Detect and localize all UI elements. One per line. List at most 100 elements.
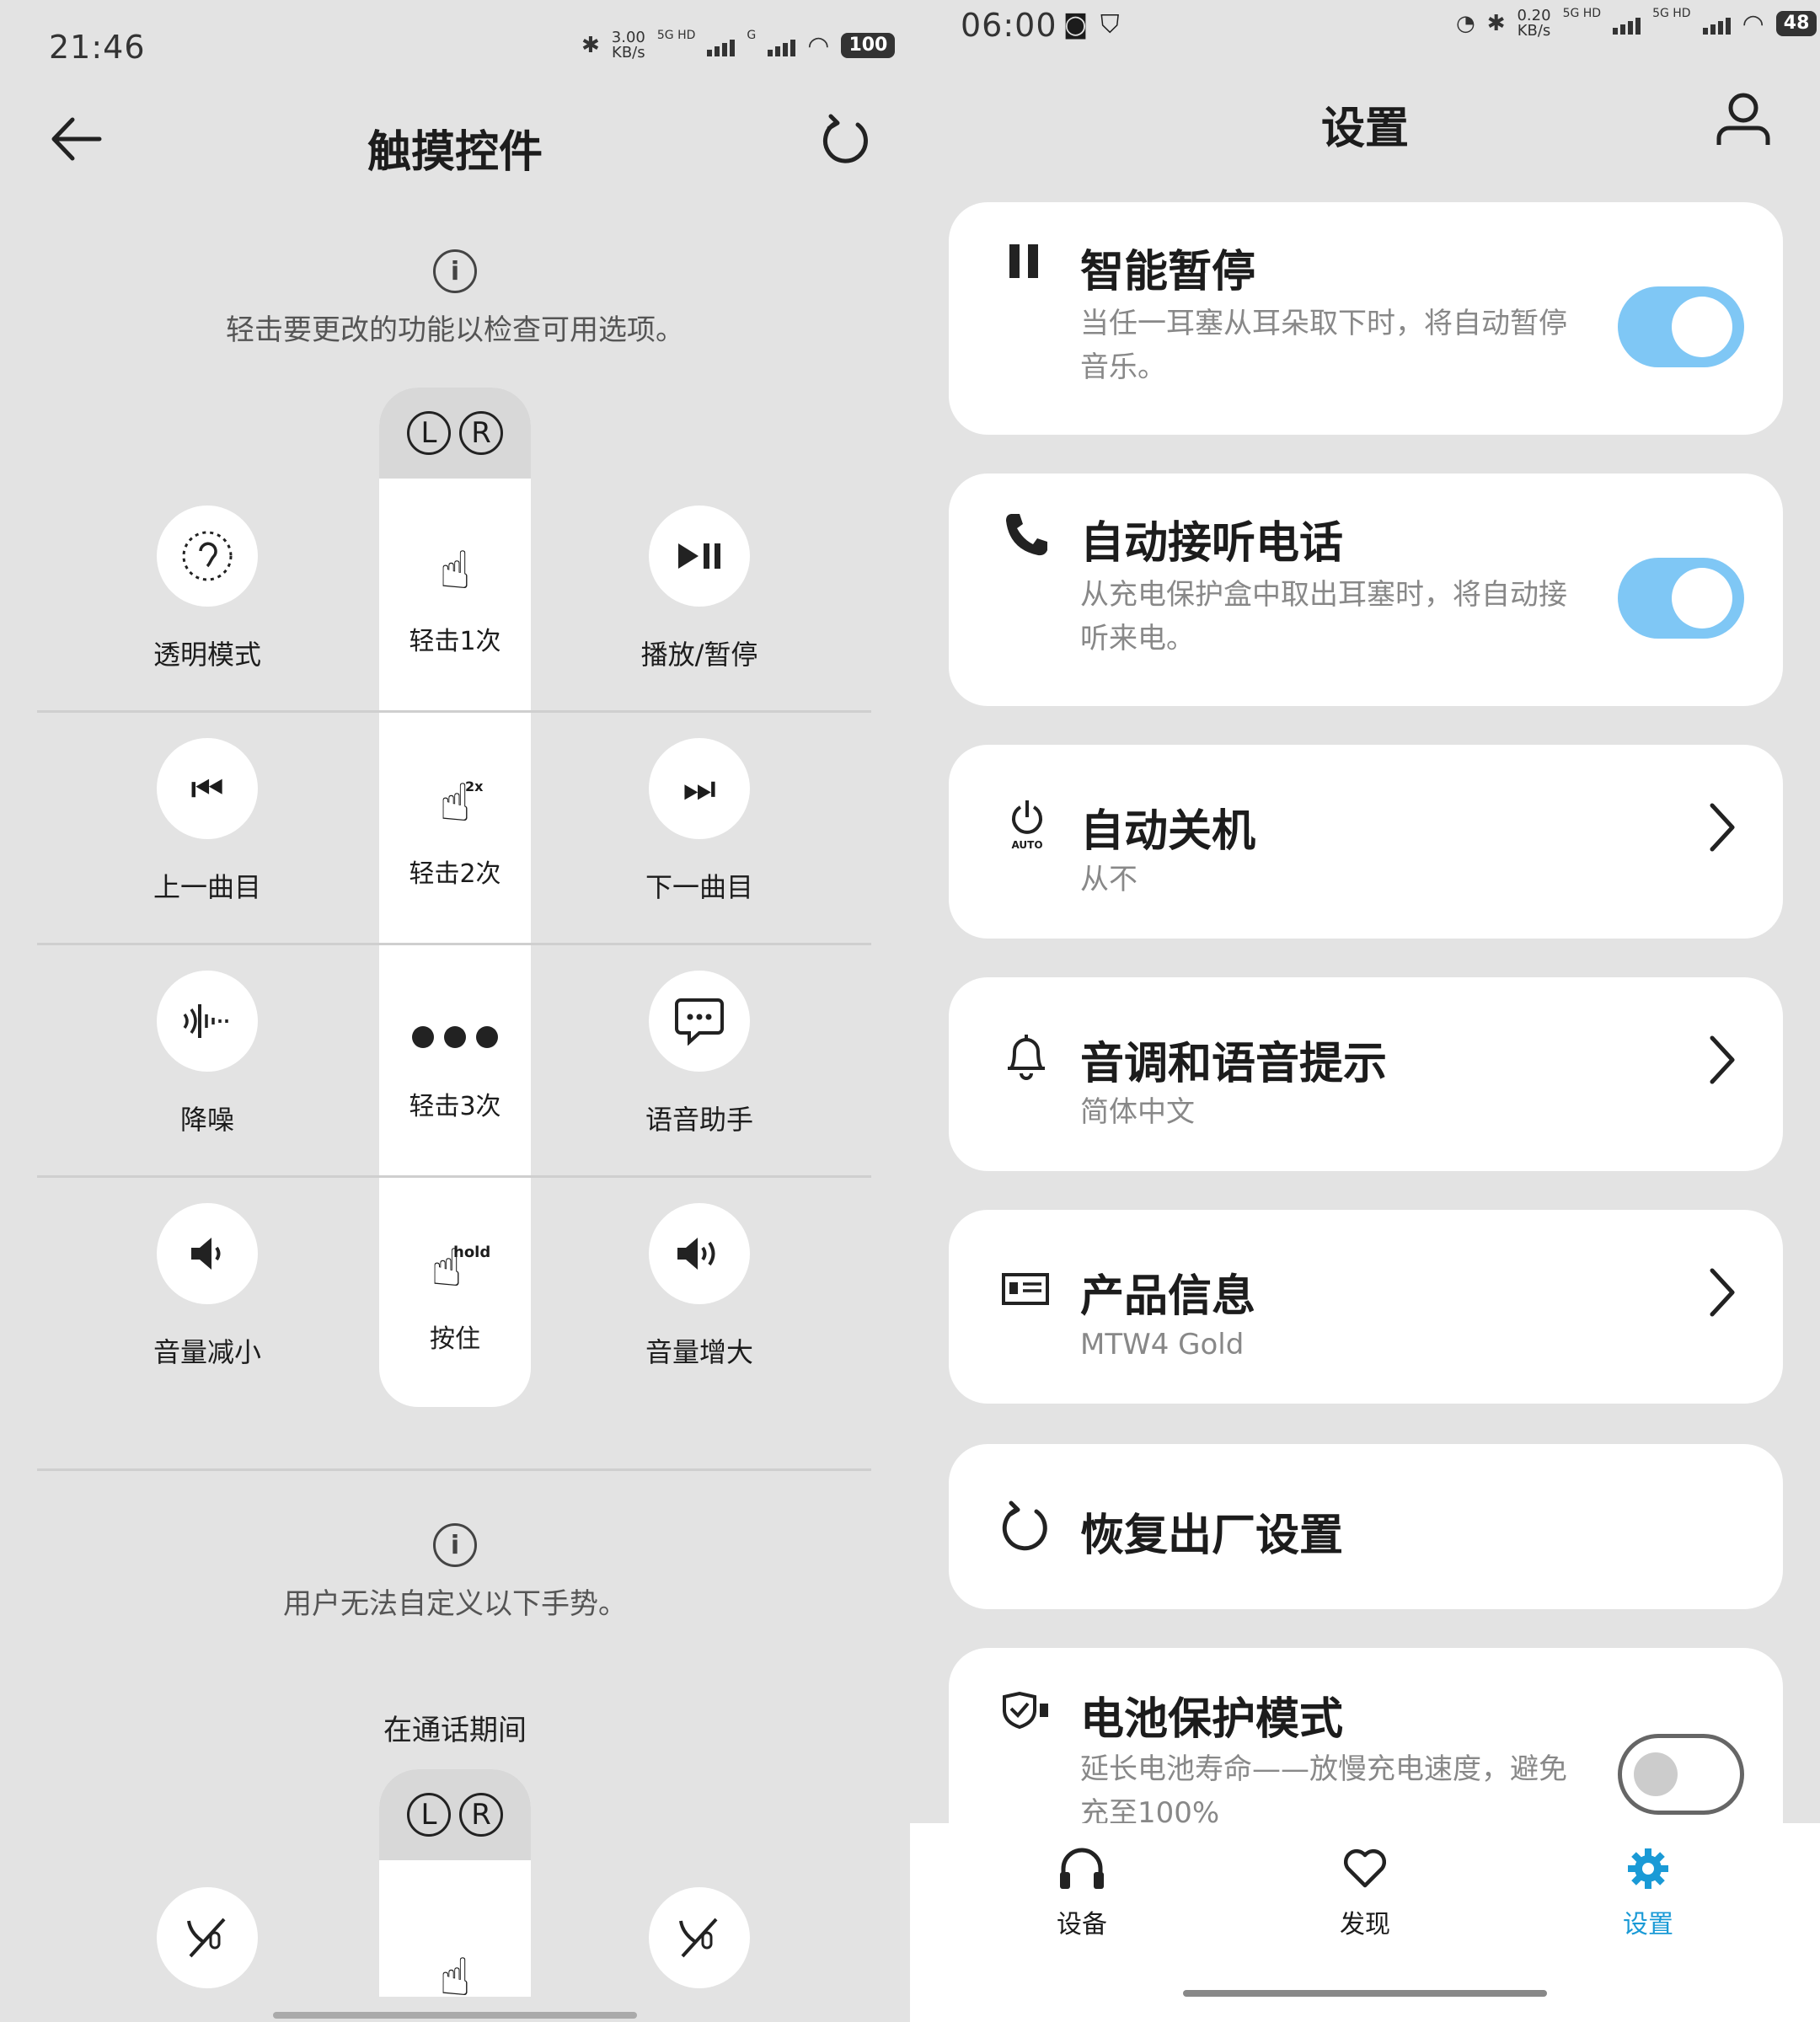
auto-answer-toggle[interactable] [1618, 558, 1744, 639]
divider [379, 1175, 531, 1178]
chevron-right-icon [1705, 1265, 1739, 1323]
status-time: 06:00 [961, 7, 1057, 44]
speedometer-icon: ◔ [1456, 11, 1475, 36]
play-pause-icon [678, 543, 720, 569]
double-tap-hand-icon: ☝ [439, 772, 471, 833]
info-text: 用户无法自定义以下手势。 [283, 1587, 627, 1621]
action-label: 上一曲目 [153, 871, 261, 903]
previous-track-button[interactable]: ⏮ [157, 738, 258, 839]
reset-icon[interactable] [819, 113, 873, 170]
action-label: 语音助手 [645, 1104, 753, 1136]
left-earbud-badge: L [407, 411, 451, 455]
chat-bubble-icon [675, 998, 724, 1046]
status-icons: ◔ ✱ 0.20 KB/s 5G HD 5G HD ◠ 48 [1456, 7, 1817, 39]
page-title: 触摸控件 [367, 127, 543, 178]
earbud-header: L R [379, 388, 531, 479]
card-title: 智能暂停 [1080, 247, 1256, 297]
product-info-card[interactable] [949, 1210, 1783, 1404]
signal-icon [707, 35, 736, 56]
profile-icon[interactable] [1714, 89, 1773, 152]
mute-call-icon [187, 1918, 226, 1958]
card-title: 自动接听电话 [1080, 518, 1344, 569]
network-type-1: 5G HD [1562, 7, 1602, 20]
card-subtitle: MTW4 Gold [1080, 1328, 1245, 1361]
card-title: 恢复出厂设置 [1080, 1511, 1344, 1561]
wifi-icon: ◠ [807, 30, 830, 61]
hold-hand-icon: ☝ [431, 1237, 463, 1298]
nav-devices[interactable]: 设备 [998, 1845, 1166, 1940]
reset-icon [1001, 1500, 1052, 1557]
right-earbud-badge: R [459, 1793, 503, 1837]
nav-discover[interactable]: 发现 [1281, 1845, 1449, 1940]
mute-call-icon [679, 1918, 718, 1958]
card-subtitle: 简体中文 [1080, 1095, 1195, 1129]
status-time: 21:46 [49, 29, 146, 66]
right-earbud-badge: R [459, 411, 503, 455]
network-type-2: G [747, 29, 757, 42]
divider [379, 710, 531, 713]
volume-down-icon [191, 1238, 221, 1270]
factory-reset-card[interactable] [949, 1444, 1783, 1609]
action-label: 降噪 [179, 1104, 234, 1136]
next-track-icon: ⏭ [682, 767, 716, 810]
phone-icon [1003, 511, 1050, 561]
double-tap-badge: 2x [465, 778, 484, 794]
voice-assistant-button[interactable] [649, 971, 750, 1072]
earbud-header: L R [379, 1769, 531, 1860]
shield-icon: ⛉ [1100, 10, 1120, 40]
hold-badge: hold [453, 1244, 491, 1261]
headphones-icon [998, 1845, 1166, 1903]
bell-icon [1004, 1031, 1048, 1085]
volume-up-button[interactable] [649, 1203, 750, 1304]
id-card-icon [1001, 1272, 1050, 1309]
card-title: 产品信息 [1080, 1271, 1256, 1322]
network-type-1: 5G HD [656, 29, 696, 42]
tap-hand-icon: ☝ [439, 1946, 471, 2008]
ear-icon [182, 531, 233, 581]
action-label: 下一曲目 [645, 871, 753, 903]
card-subtitle: 当任一耳塞从耳朵取下时，将自动暂停 音乐。 [1080, 307, 1567, 384]
left-earbud-badge: L [407, 1793, 451, 1837]
chevron-right-icon [1705, 1033, 1739, 1090]
bluetooth-icon: ✱ [581, 33, 600, 58]
bluetooth-icon: ✱ [1486, 11, 1506, 36]
gear-icon [1564, 1845, 1732, 1903]
noise-cancel-button[interactable] [157, 971, 258, 1072]
volume-up-icon [677, 1238, 715, 1270]
info-icon: i [433, 249, 477, 293]
battery-protect-toggle[interactable] [1618, 1734, 1744, 1815]
battery-icon: 48 [1775, 11, 1817, 36]
smart-pause-toggle[interactable] [1618, 286, 1744, 367]
card-title: 自动关机 [1080, 806, 1256, 857]
status-icons: ✱ 3.00 KB/s 5G HD G ◠ 100 [581, 29, 896, 61]
previous-track-icon: ⏮ [190, 767, 224, 810]
card-title: 音调和语音提示 [1080, 1039, 1388, 1089]
card-subtitle: 延长电池寿命——放慢充电速度，避免 充至100% [1080, 1752, 1567, 1830]
battery-shield-icon [1001, 1691, 1053, 1732]
play-pause-button[interactable] [649, 506, 750, 607]
card-subtitle: 从不 [1080, 863, 1138, 896]
battery-icon: 100 [841, 33, 896, 58]
gesture-label: 按住 [430, 1324, 480, 1354]
pause-icon [1008, 243, 1041, 283]
action-label: 播放/暂停 [640, 639, 758, 671]
gesture-label: 轻击2次 [409, 859, 501, 889]
notification-icon: ◙ [1063, 10, 1089, 40]
call-action-button[interactable] [157, 1887, 258, 1988]
page-title: 设置 [1320, 104, 1409, 154]
network-type-2: 5G HD [1652, 7, 1691, 20]
transparency-mode-button[interactable] [157, 506, 258, 607]
noise-cancel-icon [183, 1004, 228, 1038]
nav-settings[interactable]: 设置 [1564, 1845, 1732, 1940]
gesture-label: 轻击1次 [409, 627, 501, 656]
power-auto-icon: AUTO [1004, 799, 1050, 851]
call-action-button[interactable] [649, 1887, 750, 1988]
signal-icon-2 [1702, 13, 1731, 35]
volume-down-button[interactable] [157, 1203, 258, 1304]
chevron-right-icon [1705, 800, 1739, 858]
next-track-button[interactable]: ⏭ [649, 738, 750, 839]
triple-tap-icon [379, 1026, 531, 1048]
action-label: 透明模式 [153, 639, 261, 671]
auto-off-card[interactable] [949, 745, 1783, 939]
wifi-icon: ◠ [1742, 8, 1764, 39]
